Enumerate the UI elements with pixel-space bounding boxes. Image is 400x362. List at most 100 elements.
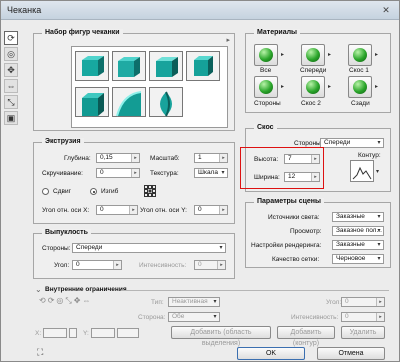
material-swatch-front[interactable]: ▸ bbox=[301, 44, 331, 66]
depth-spin-icon[interactable]: ▸ bbox=[131, 154, 139, 162]
constraint-type-select: Неактивная ▾ bbox=[168, 297, 220, 307]
scale-input[interactable]: 1 ▸ bbox=[194, 153, 228, 163]
render-select[interactable]: Заказные ▾ bbox=[332, 240, 384, 250]
shape-preset-6[interactable] bbox=[112, 87, 146, 117]
shape-preset-5[interactable] bbox=[75, 87, 109, 117]
chevron-down-icon: ▾ bbox=[377, 214, 381, 220]
drag-tool-icon[interactable]: ✥ bbox=[4, 63, 18, 77]
chevron-down-icon: ▾ bbox=[377, 228, 381, 234]
material-label: Все bbox=[260, 67, 272, 74]
scale-value: 1 bbox=[198, 154, 202, 161]
material-label: Скос 1 bbox=[349, 67, 369, 74]
quality-value: Черновое bbox=[336, 255, 366, 262]
texture-select[interactable]: Шкала ▾ bbox=[194, 168, 228, 178]
twist-value: 0 bbox=[100, 169, 104, 176]
shape-preset-7[interactable] bbox=[149, 87, 183, 117]
constraint-intensity-input: 0 ▸ bbox=[341, 312, 385, 322]
constraint-sides-value: Обе bbox=[172, 313, 185, 320]
cancel-button[interactable]: Отмена bbox=[317, 347, 385, 360]
constraint-type-label: Тип: bbox=[151, 299, 164, 306]
camera-tool-icon[interactable]: ▣ bbox=[4, 111, 18, 125]
bulge-title: Выпуклость bbox=[42, 229, 91, 236]
lights-select[interactable]: Заказные ▾ bbox=[332, 212, 384, 222]
bulge-intensity-spin-icon: ▸ bbox=[217, 261, 225, 269]
bulge-intensity-value: 0 bbox=[198, 261, 202, 268]
material-swatch-back[interactable]: ▸ bbox=[348, 76, 378, 98]
view-label: Просмотр: bbox=[290, 228, 322, 235]
bucket-icon: ⛶ bbox=[37, 347, 44, 357]
close-icon[interactable]: ✕ bbox=[379, 4, 393, 16]
material-swatch-bevel2[interactable]: ▸ bbox=[301, 76, 331, 98]
depth-value: 0,15 bbox=[100, 154, 113, 161]
constraint-tools-icon[interactable]: ⟲⟳◎⤡✥⇔ bbox=[39, 296, 135, 308]
depth-input[interactable]: 0,15 ▸ bbox=[96, 153, 140, 163]
material-swatch-all[interactable]: ▸ bbox=[254, 44, 284, 66]
chevron-down-icon: ▸ bbox=[327, 84, 331, 90]
material-swatch-bevel1[interactable]: ▸ bbox=[348, 44, 378, 66]
angle-x-label: Угол отн. оси X: bbox=[42, 207, 90, 214]
chevron-down-icon: ▾ bbox=[213, 314, 217, 320]
constraint-angle-value: 0 bbox=[345, 298, 349, 305]
bevel-sides-select[interactable]: Спереди ▾ bbox=[320, 138, 384, 148]
scale-spin-icon[interactable]: ▸ bbox=[219, 154, 227, 162]
angle-x-value: 0 bbox=[100, 206, 104, 213]
rotate-tool-icon[interactable]: ⟳ bbox=[4, 31, 18, 45]
twist-input[interactable]: 0 ▸ bbox=[96, 168, 140, 178]
shape-preset-2[interactable] bbox=[112, 51, 146, 81]
chevron-down-icon[interactable]: ⌄ bbox=[35, 285, 42, 294]
texture-label: Текстура: bbox=[150, 170, 179, 177]
chevron-down-icon: ▸ bbox=[327, 52, 331, 58]
constraint-intensity-value: 0 bbox=[345, 313, 349, 320]
bulge-angle-value: 0 bbox=[76, 261, 80, 268]
angle-x-spin-icon[interactable]: ▸ bbox=[129, 206, 137, 214]
slide-tool-icon[interactable]: ⇔ bbox=[4, 79, 18, 93]
shape-presets-grid bbox=[71, 46, 228, 128]
constraint-intensity-label: Интенсивность: bbox=[291, 314, 339, 321]
shift-label: Сдвиг bbox=[53, 188, 71, 195]
scale-tool-icon[interactable]: ⤡ bbox=[4, 95, 18, 109]
extra-input bbox=[117, 328, 139, 338]
chevron-down-icon: ▾ bbox=[377, 242, 381, 248]
bulge-angle-input[interactable]: 0 ▸ bbox=[72, 260, 122, 270]
bevel-panel: Скос Стороны: Спереди ▾ Высота: 7 ▸ Контур… bbox=[240, 124, 391, 192]
delete-button: Удалить bbox=[341, 326, 385, 339]
chevron-down-icon: ▸ bbox=[374, 84, 378, 90]
bend-label: Изгиб bbox=[101, 188, 119, 195]
shape-preset-1[interactable] bbox=[75, 51, 109, 81]
twist-spin-icon[interactable]: ▸ bbox=[131, 169, 139, 177]
y-input bbox=[91, 328, 115, 338]
scene-title: Параметры сцены bbox=[254, 198, 324, 205]
bulge-angle-spin-icon[interactable]: ▸ bbox=[113, 261, 121, 269]
constraint-intensity-spin-icon: ▸ bbox=[376, 313, 384, 321]
green-sphere-icon bbox=[259, 48, 273, 62]
panel-menu-icon[interactable]: ▸ bbox=[226, 36, 230, 44]
bulge-sides-select[interactable]: Спереди ▾ bbox=[72, 243, 226, 253]
shape-preset-4[interactable] bbox=[186, 51, 220, 81]
shift-radio[interactable] bbox=[42, 188, 49, 195]
reference-point-grid-icon[interactable] bbox=[144, 185, 156, 197]
green-sphere-icon bbox=[259, 80, 273, 94]
lights-label: Источники света: bbox=[268, 214, 320, 221]
bulge-sides-value: Спереди bbox=[76, 244, 103, 251]
render-label: Настройки рендеринга: bbox=[251, 242, 322, 249]
material-label: Стороны bbox=[254, 100, 281, 107]
view-select[interactable]: Заказное пол... ▾ bbox=[332, 226, 384, 236]
chevron-down-icon[interactable]: ▾ bbox=[376, 168, 379, 175]
quality-select[interactable]: Черновое ▾ bbox=[332, 254, 384, 264]
title-bar: Чеканка ✕ bbox=[1, 1, 399, 20]
divider bbox=[121, 290, 389, 291]
material-swatch-sides[interactable]: ▸ bbox=[254, 76, 284, 98]
contour-label: Контур: bbox=[358, 152, 381, 159]
angle-y-input[interactable]: 0 ▸ bbox=[194, 205, 228, 215]
bend-radio[interactable] bbox=[90, 188, 97, 195]
x-label: X: bbox=[35, 330, 42, 337]
angle-y-spin-icon[interactable]: ▸ bbox=[219, 206, 227, 214]
shape-preset-3[interactable] bbox=[149, 51, 183, 81]
roll-tool-icon[interactable]: ◎ bbox=[4, 47, 18, 61]
material-label: Сзади bbox=[351, 100, 370, 107]
chevron-down-icon: ▾ bbox=[213, 299, 217, 305]
ok-button[interactable]: OK bbox=[237, 347, 305, 360]
green-sphere-icon bbox=[353, 80, 367, 94]
angle-x-input[interactable]: 0 ▸ bbox=[96, 205, 138, 215]
contour-preview[interactable] bbox=[350, 160, 374, 182]
